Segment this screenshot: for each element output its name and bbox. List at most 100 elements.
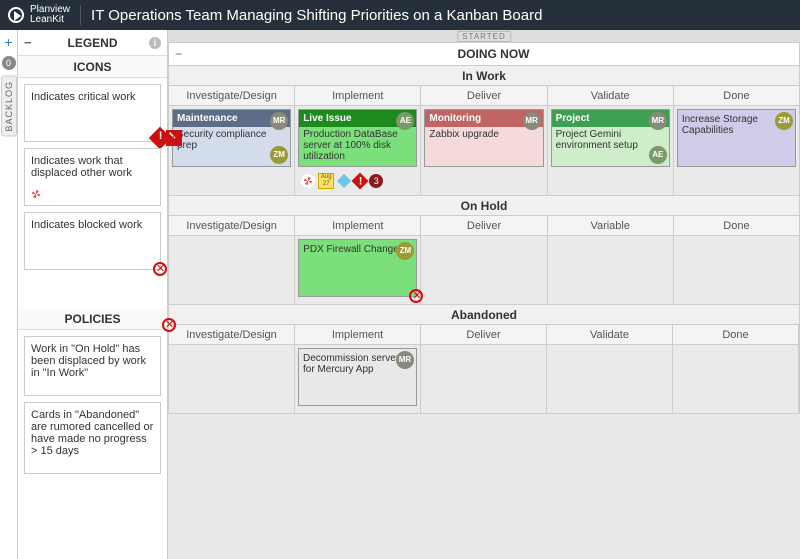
card-description: Security compliance prep [177, 129, 286, 151]
swimlane-columns: Investigate/DesignImplement Decommission … [168, 325, 800, 414]
column[interactable]: Investigate/Design [169, 216, 295, 304]
swimlane-columns: Investigate/DesignImplementPDX Firewall … [168, 216, 800, 305]
column-header: Implement [295, 86, 420, 106]
column-body[interactable] [548, 236, 673, 304]
avatar[interactable]: MR [270, 112, 288, 130]
card-description: Zabbix upgrade [429, 129, 538, 140]
column-body[interactable]: MaintenanceSecurity compliance prepMRZM [169, 106, 294, 195]
column-header: Deliver [421, 325, 546, 345]
calendar-icon: Aug27 [318, 173, 334, 189]
avatar[interactable]: ZM [775, 112, 793, 130]
board-title: IT Operations Team Managing Shifting Pri… [91, 7, 542, 24]
lifebuoy-icon [29, 187, 43, 201]
tag-icon [337, 174, 351, 188]
policies-heading: POLICIES [18, 308, 167, 330]
column-header: Done [673, 325, 798, 345]
kanban-card[interactable]: MaintenanceSecurity compliance prepMRZM [172, 109, 291, 167]
swimlane-title: Abandoned [168, 305, 800, 325]
lane-header: − DOING NOW [168, 42, 800, 66]
legend-policies-body: Work in "On Hold" has been displaced by … [18, 330, 167, 559]
blocked-icon [409, 289, 423, 303]
critical-icon [352, 173, 369, 190]
column-header: Implement [295, 325, 420, 345]
brand-logo: Planview LeanKit [8, 5, 70, 25]
column-body[interactable] [674, 236, 799, 304]
column-body[interactable] [169, 345, 294, 413]
backlog-count: 0 [2, 56, 16, 70]
column-body[interactable]: Increase Storage CapabilitiesZM [674, 106, 799, 195]
column-header: Validate [548, 86, 673, 106]
kanban-card[interactable]: Increase Storage CapabilitiesZM [677, 109, 796, 167]
kanban-card[interactable]: Decommission servers for Mercury AppMR [298, 348, 417, 406]
column[interactable]: Investigate/DesignMaintenanceSecurity co… [169, 86, 295, 195]
swimlane-title: On Hold [168, 196, 800, 216]
column[interactable]: Done [673, 325, 799, 413]
column-body[interactable] [421, 236, 546, 304]
column[interactable]: Deliver [421, 216, 547, 304]
avatar[interactable]: AE [649, 146, 667, 164]
avatar[interactable]: MR [649, 112, 667, 130]
legend-icons-body: Indicates critical workIndicates work th… [18, 78, 167, 308]
column[interactable]: Validate [547, 325, 673, 413]
policy-card: Work in "On Hold" has been displaced by … [24, 336, 161, 396]
column-body[interactable] [169, 236, 294, 304]
avatar[interactable]: MR [523, 112, 541, 130]
column[interactable]: Implement Live IssueProduction DataBase s… [295, 86, 421, 195]
column[interactable]: Validate ProjectProject Gemini environmen… [548, 86, 674, 195]
avatar[interactable]: ZM [270, 146, 288, 164]
started-label: STARTED [457, 31, 511, 42]
column-body[interactable]: Live IssueProduction DataBase server at … [295, 106, 420, 195]
column[interactable]: Done Increase Storage CapabilitiesZM [674, 86, 799, 195]
column[interactable]: Done [674, 216, 799, 304]
column[interactable]: Investigate/Design [169, 325, 295, 413]
kanban-card[interactable]: Live IssueProduction DataBase server at … [298, 109, 417, 167]
card-description: Production DataBase server at 100% disk … [303, 129, 412, 162]
attachment-count: 3 [369, 174, 383, 188]
column-header: Deliver [421, 86, 546, 106]
policy-card: Cards in "Abandoned" are rumored cancell… [24, 402, 161, 474]
column-header: Variable [548, 216, 673, 236]
kanban-card[interactable]: ProjectProject Gemini environment setupM… [551, 109, 670, 167]
avatar[interactable]: MR [396, 351, 414, 369]
lane-doing-now: − DOING NOW In WorkInvestigate/DesignMai… [168, 42, 800, 414]
column[interactable]: ImplementPDX Firewall ChangeZM [295, 216, 421, 304]
card-attachments: Aug27 3 [298, 170, 417, 192]
column-body[interactable]: MonitoringZabbix upgradeMR [421, 106, 546, 195]
column[interactable]: Implement Decommission servers for Mercur… [295, 325, 421, 413]
app-header: Planview LeanKit IT Operations Team Mana… [0, 0, 800, 30]
blocked-icon [162, 318, 176, 332]
collapse-legend-button[interactable]: − [24, 35, 32, 50]
column[interactable]: Deliver MonitoringZabbix upgradeMR [421, 86, 547, 195]
lifebuoy-icon [301, 174, 315, 188]
board-area: STARTED − DOING NOW In WorkInvestigate/D… [168, 30, 800, 559]
backlog-tab[interactable]: BACKLOG [1, 76, 17, 137]
add-card-button[interactable]: + [4, 34, 12, 50]
swimlane-columns: Investigate/DesignMaintenanceSecurity co… [168, 86, 800, 196]
column-header: Deliver [421, 216, 546, 236]
column-body[interactable]: Decommission servers for Mercury AppMR [295, 345, 420, 413]
column[interactable]: Deliver [421, 325, 547, 413]
avatar[interactable]: AE [396, 112, 414, 130]
column-header: Investigate/Design [169, 86, 294, 106]
column-body[interactable] [673, 345, 798, 413]
column[interactable]: Variable [548, 216, 674, 304]
column-body[interactable]: ProjectProject Gemini environment setupM… [548, 106, 673, 195]
left-rail: + 0 BACKLOG [0, 30, 18, 559]
critical-icon [166, 130, 182, 146]
column-body[interactable] [547, 345, 672, 413]
legend-card: Indicates critical work [24, 84, 161, 142]
card-description: Project Gemini environment setup [556, 129, 665, 151]
kanban-card[interactable]: PDX Firewall ChangeZM [298, 239, 417, 297]
column-header: Done [674, 86, 799, 106]
legend-card: Indicates blocked work [24, 212, 161, 270]
column-body[interactable] [421, 345, 546, 413]
column-header: Investigate/Design [169, 325, 294, 345]
info-icon[interactable]: i [149, 37, 161, 49]
avatar[interactable]: ZM [396, 242, 414, 260]
kanban-card[interactable]: MonitoringZabbix upgradeMR [424, 109, 543, 167]
column-body[interactable]: PDX Firewall ChangeZM [295, 236, 420, 304]
collapse-lane-button[interactable]: − [169, 47, 188, 61]
started-divider: STARTED [168, 30, 800, 42]
header-divider [80, 5, 81, 25]
legend-header: − LEGEND i [18, 30, 167, 56]
